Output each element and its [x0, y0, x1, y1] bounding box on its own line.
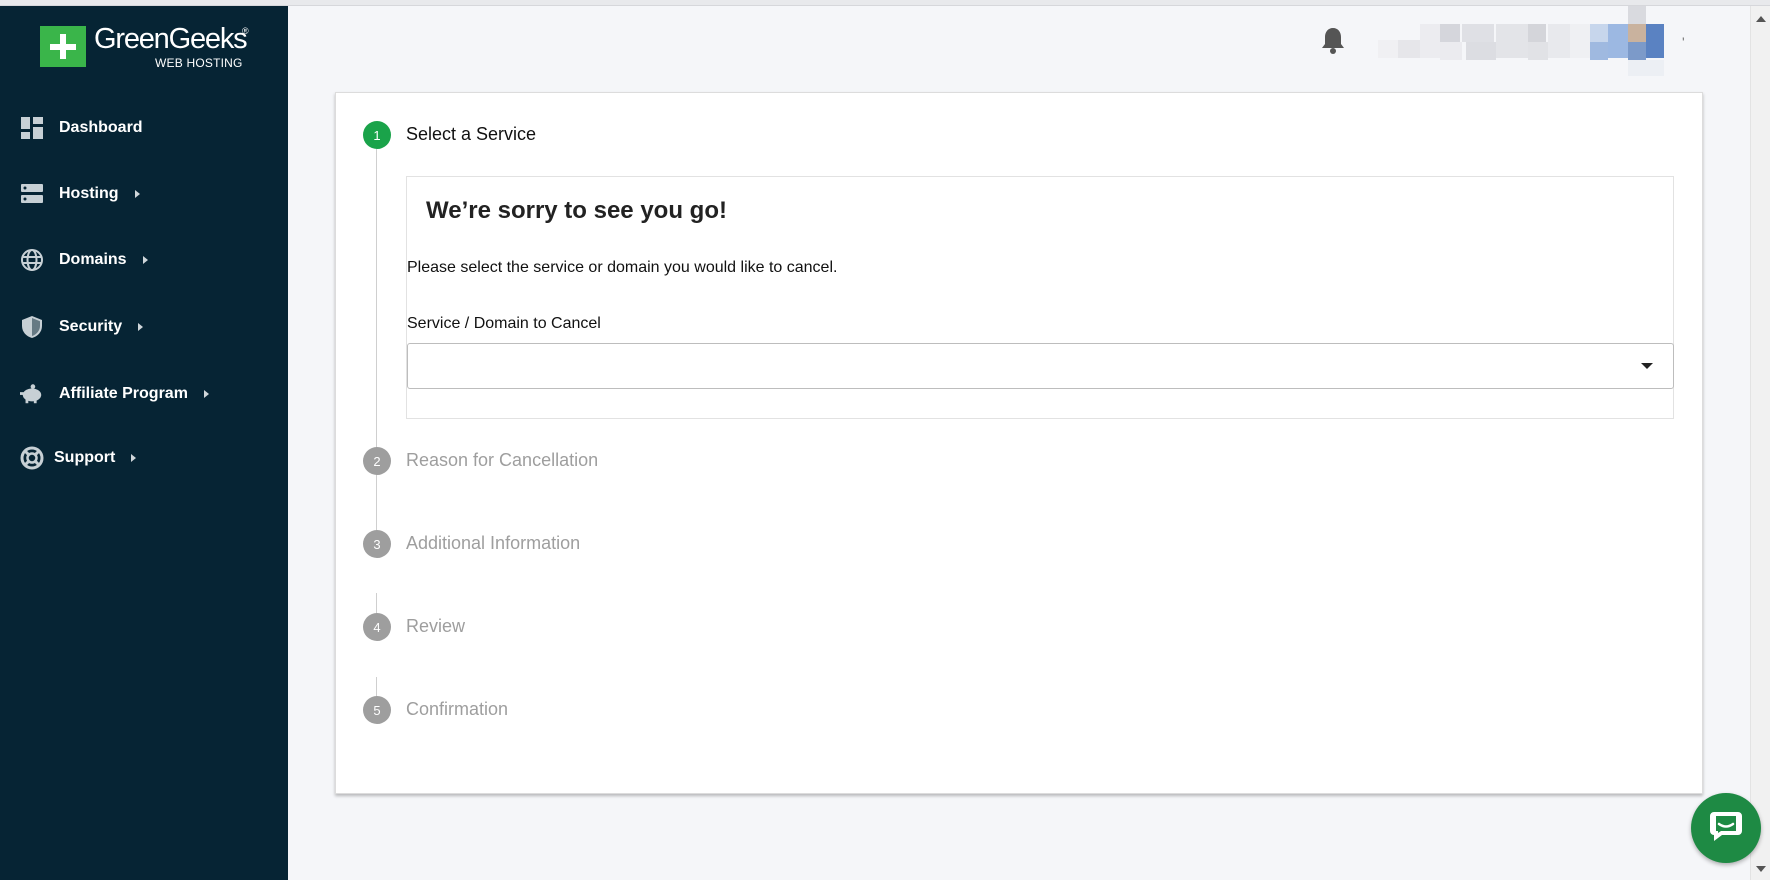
sidebar-item-support[interactable]: Support	[20, 441, 137, 475]
scroll-down-arrow-icon[interactable]	[1756, 866, 1766, 872]
caret-right-icon	[142, 256, 148, 264]
sidebar-item-dashboard[interactable]: Dashboard	[20, 111, 143, 145]
sidebar-item-hosting[interactable]: Hosting	[20, 177, 140, 211]
sidebar-item-label: Hosting	[59, 185, 119, 202]
user-menu[interactable]	[1378, 6, 1664, 76]
dashboard-icon	[20, 116, 44, 140]
step-5-label: Confirmation	[406, 699, 509, 719]
scroll-up-arrow-icon[interactable]	[1756, 16, 1766, 22]
service-domain-select[interactable]	[407, 343, 1674, 389]
step-4-indicator: 4	[363, 613, 391, 641]
panel-title: We’re sorry to see you go!	[426, 197, 727, 224]
step-5-indicator: 5	[363, 696, 391, 724]
sidebar-item-label: Dashboard	[59, 119, 143, 136]
logo-plus-icon	[40, 26, 86, 67]
step-2-indicator: 2	[363, 447, 391, 475]
step-3-indicator: 3	[363, 530, 391, 558]
sidebar-item-label: Affiliate Program	[59, 385, 188, 402]
caret-right-icon	[203, 390, 209, 398]
service-field-label: Service / Domain to Cancel	[407, 315, 601, 332]
caret-right-icon	[131, 454, 137, 462]
chevron-down-icon	[1641, 363, 1653, 369]
chat-icon	[1708, 809, 1744, 848]
shield-icon	[20, 315, 44, 339]
user-menu-caret[interactable]: '	[1682, 34, 1685, 50]
lifebuoy-icon	[20, 446, 44, 470]
bell-icon[interactable]	[1320, 26, 1348, 56]
step-2-label: Reason for Cancellation	[406, 450, 599, 470]
server-icon	[20, 182, 44, 206]
sidebar-item-affiliate-program[interactable]: Affiliate Program	[20, 377, 209, 411]
sidebar: GreenGeeks ® WEB HOSTING Dashboard Hosti…	[0, 6, 288, 880]
cancellation-wizard-card: 1 Select a Service We’re sorry to see yo…	[335, 92, 1703, 794]
brand-registered-mark: ®	[242, 26, 249, 36]
step-4-label: Review	[406, 616, 466, 636]
panel-instructions: Please select the service or domain you …	[407, 259, 838, 276]
sidebar-item-security[interactable]: Security	[20, 310, 144, 344]
sidebar-item-label: Domains	[59, 251, 127, 268]
sidebar-item-label: Security	[59, 318, 123, 335]
brand-name: GreenGeeks	[94, 23, 248, 55]
piggy-bank-icon	[20, 382, 44, 406]
brand-logo[interactable]: GreenGeeks ® WEB HOSTING	[40, 20, 260, 70]
select-service-panel: We’re sorry to see you go! Please select…	[406, 176, 1674, 419]
chat-button[interactable]	[1691, 793, 1761, 863]
step-1-indicator: 1	[363, 121, 391, 149]
globe-icon	[20, 248, 44, 272]
sidebar-item-label: Support	[54, 449, 116, 466]
page-scrollbar[interactable]	[1750, 6, 1770, 880]
caret-right-icon	[138, 323, 144, 331]
brand-tagline: WEB HOSTING	[155, 56, 243, 70]
sidebar-item-domains[interactable]: Domains	[20, 243, 148, 277]
caret-right-icon	[134, 190, 140, 198]
step-1-label: Select a Service	[406, 124, 537, 144]
step-3-label: Additional Information	[406, 533, 581, 553]
